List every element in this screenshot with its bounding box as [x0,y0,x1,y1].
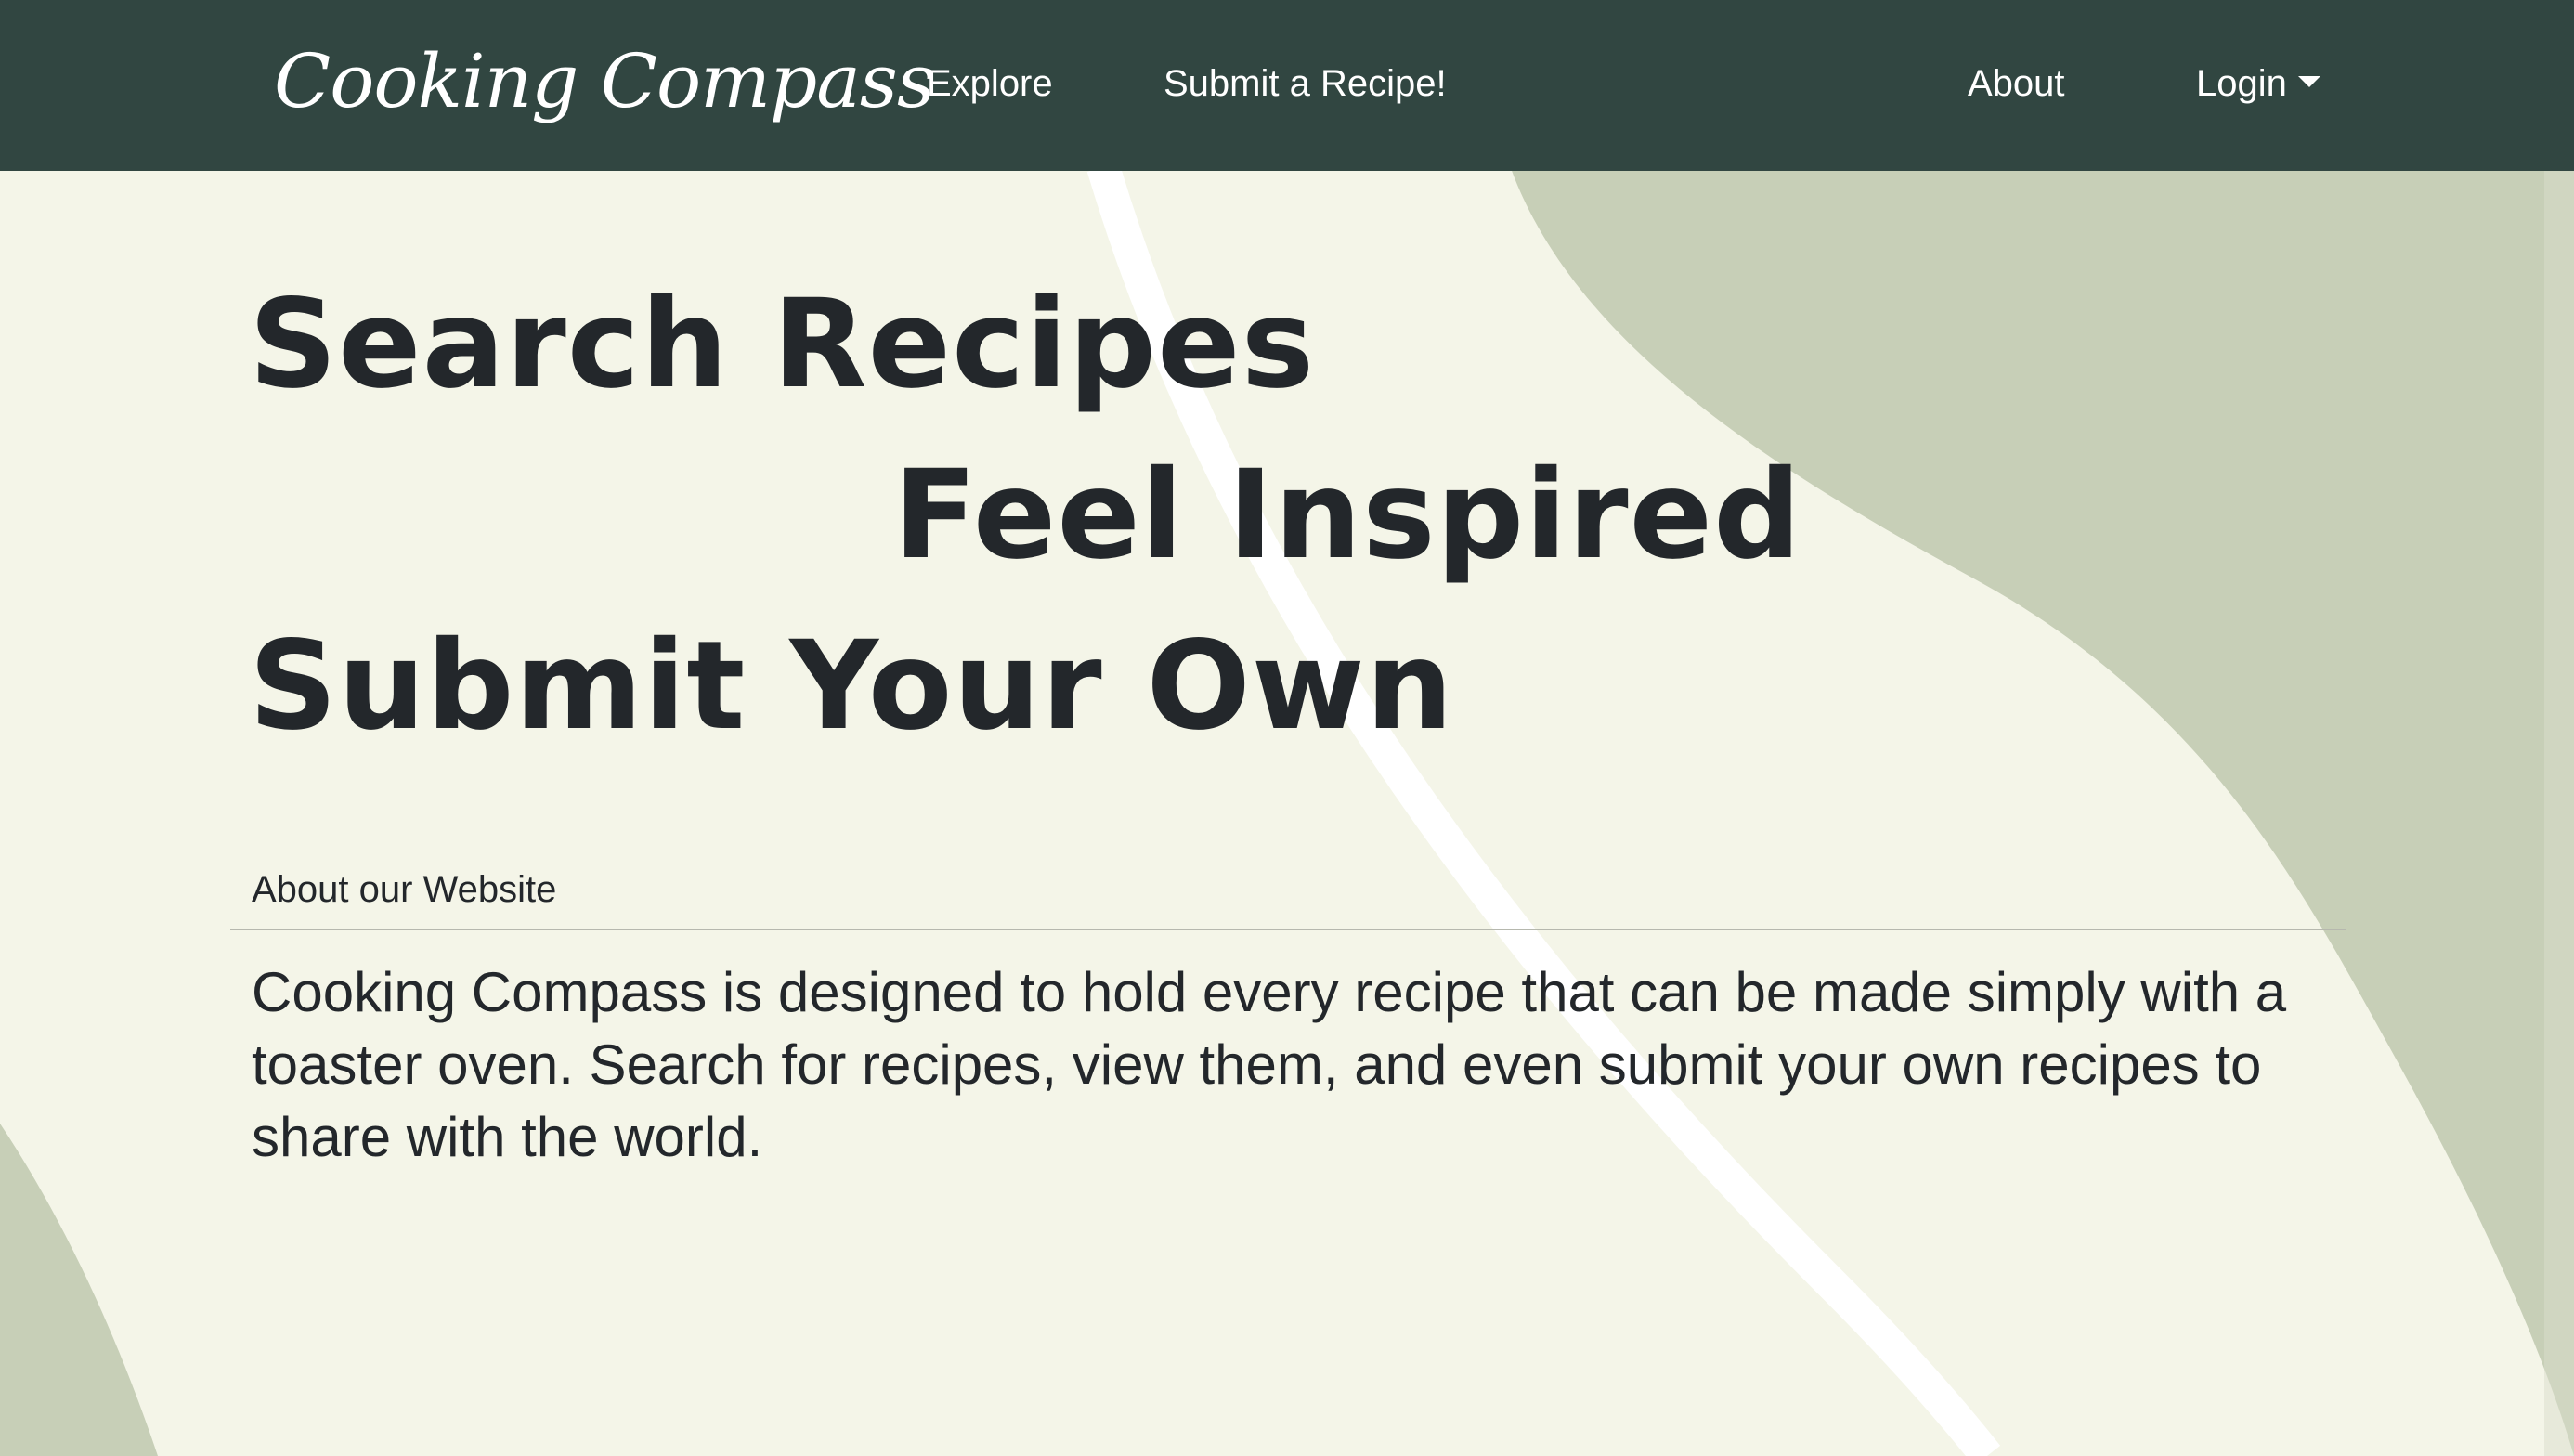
hero-line-search: Search Recipes [249,273,1316,416]
brand-logo[interactable]: Cooking Compass [274,26,935,137]
hero-line-submit: Submit Your Own [249,615,1454,758]
navbar: Cooking Compass Explore Submit a Recipe!… [0,0,2574,171]
login-dropdown[interactable]: Login [2196,48,2320,119]
nav-about-link[interactable]: About [1968,48,2065,119]
nav-submit-recipe-link[interactable]: Submit a Recipe! [1164,48,1447,119]
divider [230,929,2346,930]
page: Cooking Compass Explore Submit a Recipe!… [0,0,2574,1456]
about-heading: About our Website [252,869,557,910]
nav-explore-link[interactable]: Explore [927,48,1053,119]
main-content: Search Recipes Feel Inspired Submit Your… [0,0,2574,1456]
login-label: Login [2196,63,2287,104]
caret-down-icon [2297,76,2320,88]
about-description: Cooking Compass is designed to hold ever… [252,961,2287,1168]
hero-line-inspired: Feel Inspired [893,444,1802,587]
